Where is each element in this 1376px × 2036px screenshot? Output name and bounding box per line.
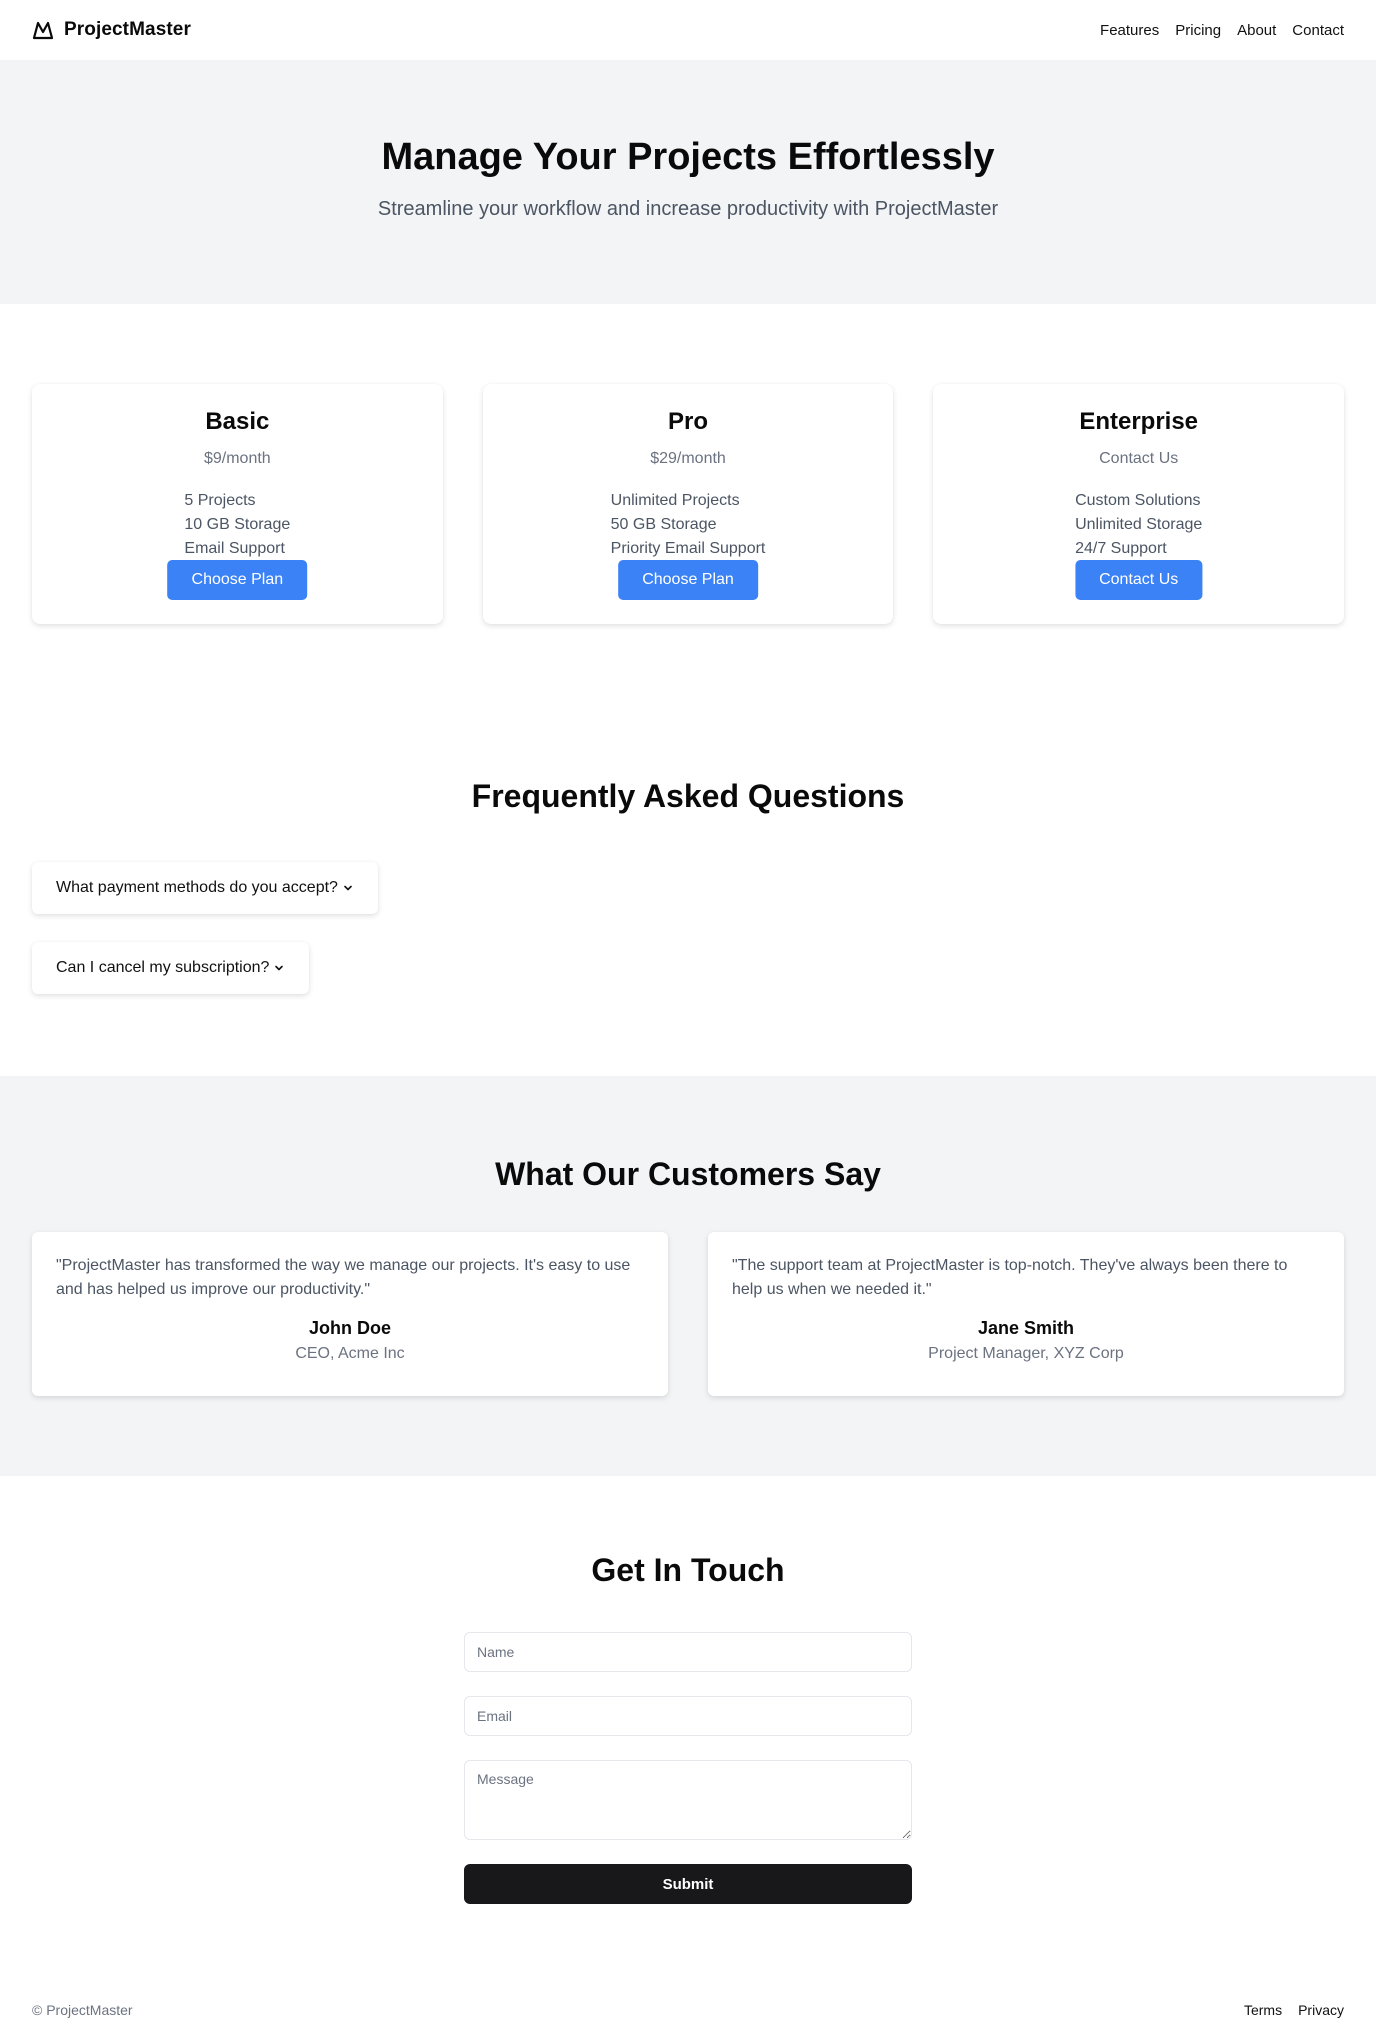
main-nav: Features Pricing About Contact	[1100, 22, 1344, 39]
copyright-text: © ProjectMaster	[32, 2002, 133, 2018]
testimonials-title: What Our Customers Say	[495, 1156, 881, 1192]
faq-title: Frequently Asked Questions	[471, 778, 905, 814]
testimonial-role: Project Manager, XYZ Corp	[928, 1345, 1124, 1362]
testimonial-card: "The support team at ProjectMaster is to…	[708, 1232, 1344, 1396]
testimonial-quote: "ProjectMaster has transformed the way w…	[56, 1257, 631, 1298]
nav-link-pricing[interactable]: Pricing	[1175, 22, 1221, 39]
plan-feature: 24/7 Support	[1075, 540, 1167, 557]
nav-link-contact[interactable]: Contact	[1292, 22, 1344, 39]
plan-feature: 10 GB Storage	[184, 516, 291, 533]
testimonial-list: "ProjectMaster has transformed the way w…	[32, 1232, 1344, 1396]
plan-name: Pro	[668, 408, 709, 435]
chevron-down-icon	[273, 962, 285, 974]
pricing-section: Basic $9/month 5 Projects 10 GB Storage …	[32, 384, 1345, 624]
plan-feature: Unlimited Projects	[610, 492, 740, 509]
plan-price: $29/month	[650, 450, 726, 467]
testimonial-role: CEO, Acme Inc	[295, 1345, 405, 1362]
footer-link-terms[interactable]: Terms	[1244, 2002, 1282, 2018]
plan-card-enterprise: Enterprise Contact Us Custom Solutions U…	[933, 384, 1345, 624]
footer-links: Terms Privacy	[1244, 2002, 1344, 2018]
faq-question: Can I cancel my subscription?	[56, 959, 270, 976]
brand-name: ProjectMaster	[64, 19, 191, 40]
choose-plan-button-basic[interactable]: Choose Plan	[167, 560, 308, 600]
plan-feature: Custom Solutions	[1075, 492, 1201, 509]
faq-item-payment-methods[interactable]: What payment methods do you accept?	[32, 862, 378, 914]
plan-card-basic: Basic $9/month 5 Projects 10 GB Storage …	[32, 384, 443, 624]
plan-price: Contact Us	[1099, 450, 1179, 467]
plan-feature: 5 Projects	[184, 492, 256, 509]
testimonial-author: John Doe	[308, 1318, 391, 1338]
faq-question: What payment methods do you accept?	[56, 879, 338, 896]
testimonial-quote: "The support team at ProjectMaster is to…	[732, 1257, 1288, 1298]
plan-card-pro: Pro $29/month Unlimited Projects 50 GB S…	[482, 384, 894, 624]
nav-link-about[interactable]: About	[1237, 22, 1276, 39]
hero-section: Manage Your Projects Effortlessly Stream…	[0, 60, 1376, 304]
testimonial-author: Jane Smith	[977, 1318, 1075, 1338]
name-field[interactable]	[464, 1632, 912, 1672]
plan-name: Basic	[205, 408, 270, 435]
site-header: ProjectMaster Features Pricing About Con…	[0, 0, 1376, 60]
hero-title: Manage Your Projects Effortlessly	[381, 136, 995, 178]
plan-features: Custom Solutions Unlimited Storage 24/7 …	[933, 489, 1344, 561]
contact-us-button-enterprise[interactable]: Contact Us	[1075, 560, 1203, 600]
mountain-icon	[32, 20, 54, 40]
plan-features: Unlimited Projects 50 GB Storage Priorit…	[483, 489, 894, 561]
testimonials-section: What Our Customers Say "ProjectMaster ha…	[0, 1076, 1376, 1476]
nav-link-features[interactable]: Features	[1100, 22, 1159, 39]
chevron-down-icon	[342, 882, 354, 894]
plan-feature: Unlimited Storage	[1075, 516, 1203, 533]
faq-item-cancel-subscription[interactable]: Can I cancel my subscription?	[32, 942, 310, 994]
testimonial-card: "ProjectMaster has transformed the way w…	[32, 1232, 668, 1396]
plan-feature: Email Support	[184, 540, 285, 557]
message-field[interactable]	[464, 1760, 912, 1840]
choose-plan-button-pro[interactable]: Choose Plan	[618, 560, 758, 600]
site-footer: © ProjectMaster Terms Privacy	[0, 1996, 1376, 2024]
plan-feature: Priority Email Support	[610, 540, 766, 557]
brand[interactable]: ProjectMaster	[32, 19, 191, 41]
email-field[interactable]	[464, 1696, 912, 1736]
hero-subtitle: Streamline your workflow and increase pr…	[377, 198, 999, 220]
plan-price: $9/month	[203, 450, 271, 467]
footer-link-privacy[interactable]: Privacy	[1298, 2002, 1344, 2018]
submit-button[interactable]: Submit	[464, 1864, 912, 1904]
contact-title: Get In Touch	[591, 1552, 785, 1588]
plan-name: Enterprise	[1079, 408, 1199, 435]
plan-feature: 50 GB Storage	[610, 516, 717, 533]
plan-features: 5 Projects 10 GB Storage Email Support	[32, 489, 443, 561]
